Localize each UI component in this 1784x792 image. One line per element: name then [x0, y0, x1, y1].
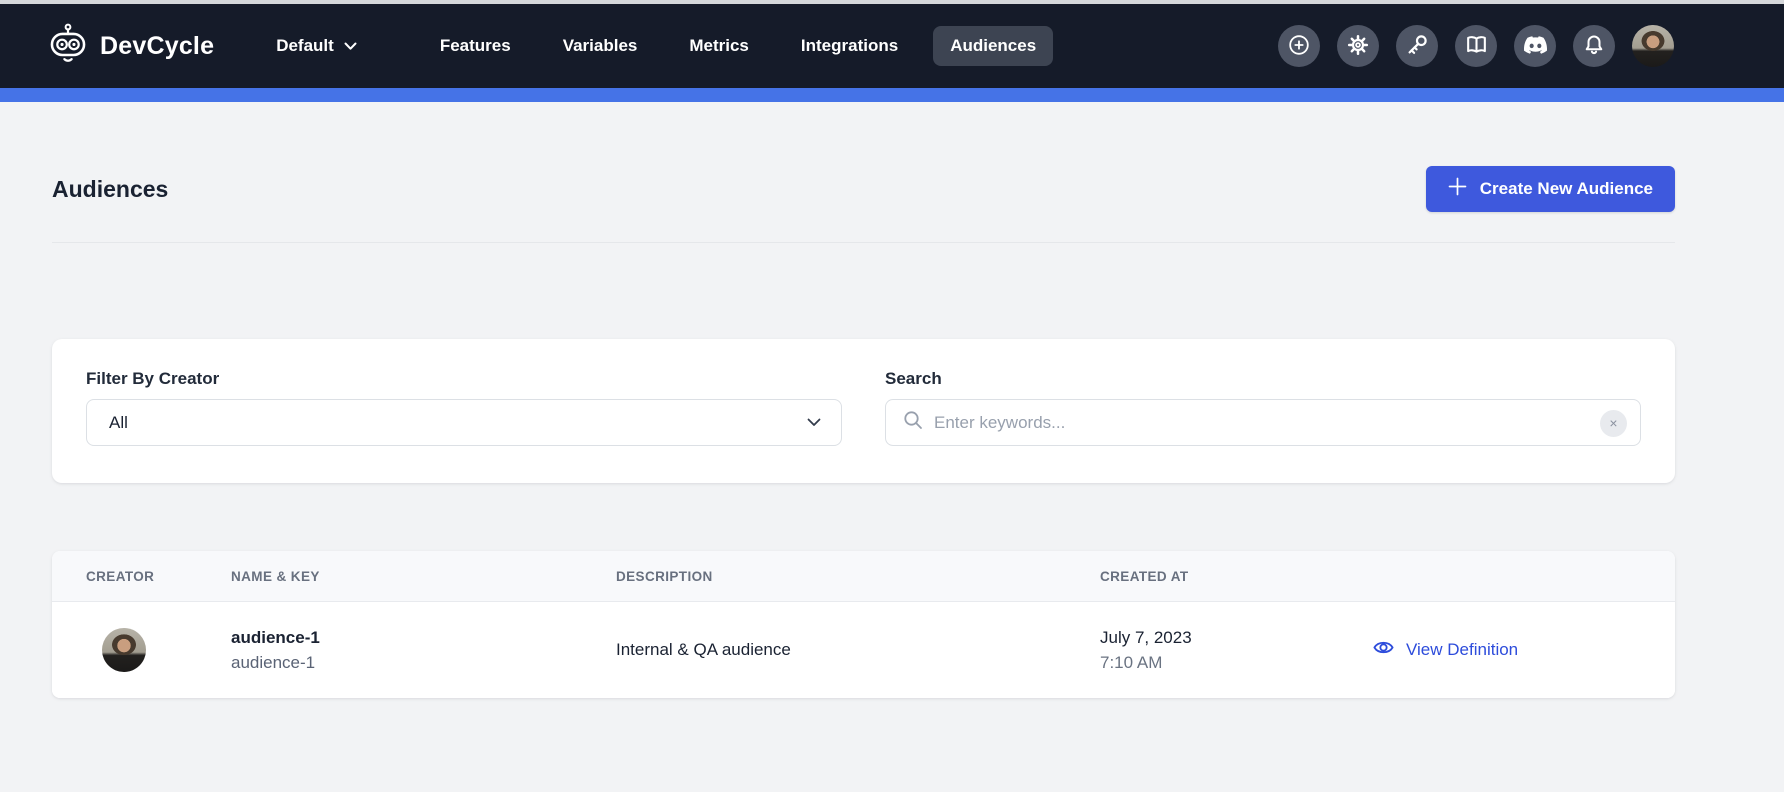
column-header-created-at: Created At: [1100, 569, 1372, 584]
user-avatar[interactable]: [1632, 25, 1674, 67]
creator-filter-field: Filter By Creator All: [86, 369, 842, 449]
creator-filter-select[interactable]: All: [86, 399, 842, 446]
devcycle-robot-icon: [46, 22, 90, 71]
create-new-audience-button[interactable]: Create New Audience: [1426, 166, 1675, 212]
audience-name: audience-1: [231, 628, 616, 648]
nav-link-metrics[interactable]: Metrics: [672, 26, 766, 66]
nav-link-features[interactable]: Features: [423, 26, 528, 66]
add-circle-button[interactable]: [1278, 25, 1320, 67]
description-cell: Internal & QA audience: [616, 640, 1100, 660]
eye-icon: [1372, 636, 1395, 664]
search-label: Search: [885, 369, 1641, 389]
page-header: Audiences Create New Audience: [52, 166, 1675, 212]
table-row: audience-1 audience-1 Internal & QA audi…: [52, 602, 1675, 698]
creator-cell: [86, 628, 231, 672]
nav-left-group: DevCycle Default Features Variables Metr…: [46, 22, 1053, 71]
project-selector-dropdown[interactable]: Default: [276, 36, 357, 56]
settings-button[interactable]: [1337, 25, 1379, 67]
docs-button[interactable]: [1455, 25, 1497, 67]
creator-filter-value: All: [109, 413, 128, 433]
table-header-row: Creator Name & Key Description Created A…: [52, 551, 1675, 602]
settings-gear-icon: [1346, 33, 1370, 60]
view-definition-link[interactable]: View Definition: [1372, 636, 1518, 664]
filter-card: Filter By Creator All Search: [52, 339, 1675, 483]
view-definition-label: View Definition: [1406, 640, 1518, 660]
nav-link-audiences[interactable]: Audiences: [933, 26, 1053, 66]
chevron-down-icon: [344, 36, 357, 56]
primary-nav: Features Variables Metrics Integrations …: [405, 26, 1053, 66]
discord-icon: [1524, 36, 1547, 57]
audiences-table: Creator Name & Key Description Created A…: [52, 551, 1675, 698]
key-icon: [1405, 33, 1429, 60]
search-input[interactable]: [934, 413, 1590, 433]
nav-link-variables[interactable]: Variables: [546, 26, 655, 66]
devcycle-logo[interactable]: DevCycle: [46, 22, 214, 71]
column-header-name-key: Name & Key: [231, 569, 616, 584]
page-title: Audiences: [52, 176, 168, 203]
notifications-button[interactable]: [1573, 25, 1615, 67]
project-selector-value: Default: [276, 36, 334, 56]
top-navigation: DevCycle Default Features Variables Metr…: [0, 4, 1784, 88]
creator-avatar: [102, 628, 146, 672]
book-icon: [1464, 32, 1489, 60]
nav-right-group: [1278, 25, 1674, 67]
chevron-down-icon: [807, 414, 821, 432]
name-key-cell: audience-1 audience-1: [231, 628, 616, 673]
search-icon: [902, 409, 924, 436]
created-time: 7:10 AM: [1100, 653, 1372, 673]
bell-icon: [1582, 33, 1606, 60]
search-box: ×: [885, 399, 1641, 446]
nav-link-integrations[interactable]: Integrations: [784, 26, 915, 66]
api-keys-button[interactable]: [1396, 25, 1438, 67]
brand-name: DevCycle: [100, 32, 214, 61]
audience-key: audience-1: [231, 653, 616, 673]
search-field: Search ×: [885, 369, 1641, 449]
accent-bar: [0, 88, 1784, 102]
created-at-cell: July 7, 2023 7:10 AM: [1100, 628, 1372, 673]
add-circle-icon: [1287, 33, 1311, 60]
column-header-creator: Creator: [86, 569, 231, 584]
audiences-page: Audiences Create New Audience Filter By …: [0, 166, 1784, 698]
header-divider: [52, 242, 1675, 243]
created-date: July 7, 2023: [1100, 628, 1372, 648]
discord-button[interactable]: [1514, 25, 1556, 67]
actions-cell: View Definition: [1372, 636, 1641, 664]
column-header-description: Description: [616, 569, 1100, 584]
creator-filter-label: Filter By Creator: [86, 369, 842, 389]
clear-search-button[interactable]: ×: [1600, 410, 1627, 437]
plus-icon: [1448, 177, 1467, 201]
create-new-audience-label: Create New Audience: [1480, 179, 1653, 199]
